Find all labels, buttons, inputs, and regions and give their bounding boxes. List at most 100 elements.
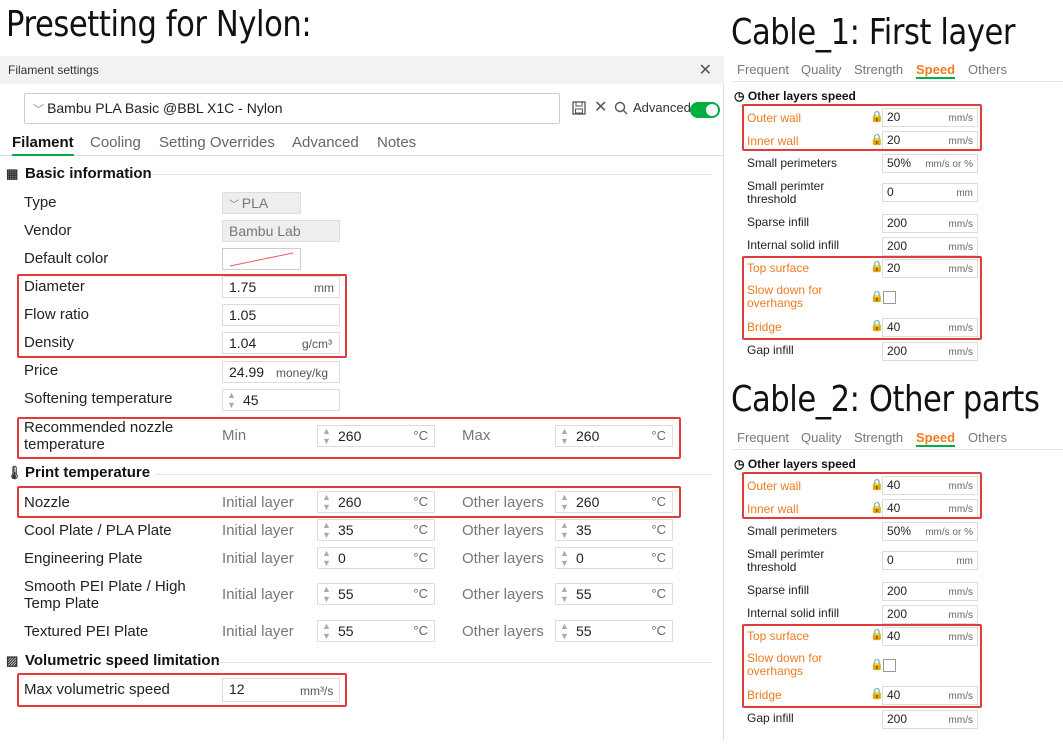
speed-panel-tabs: Frequent Quality Strength Speed Others [732,60,1063,82]
tab-strength[interactable]: Strength [854,62,903,77]
vendor-field[interactable]: Bambu Lab [222,220,340,242]
close-icon[interactable]: ✕ [699,60,712,80]
tab-cooling[interactable]: Cooling [90,134,141,151]
preset-selector[interactable]: ﹀ Bambu PLA Basic @BBL X1C - Nylon [24,93,560,124]
unit: mm/s [948,715,973,726]
save-icon[interactable] [572,101,586,115]
unit: mm [956,188,973,199]
advanced-toggle[interactable] [690,102,720,118]
value: 200 [887,584,908,598]
cable2-speed-panel: Frequent Quality Strength Speed Others ◷… [732,428,1063,742]
delete-icon[interactable]: ✕ [594,97,607,117]
cable1-speed-panel: Frequent Quality Strength Speed Others ◷… [732,60,1063,362]
initial-layer-label: Initial layer [222,522,294,539]
section-basic-information: ▦ Basic information [6,165,152,182]
color-swatch[interactable] [222,248,301,270]
deg-unit: °C [651,623,666,638]
cool-plate-initial-field[interactable]: ▲ ▼ 35 °C [317,519,435,541]
textured-pei-other-field[interactable]: ▲ ▼ 55 °C [555,620,673,642]
value: 0 [887,185,894,199]
tab-frequent[interactable]: Frequent [737,62,789,77]
tab-quality[interactable]: Quality [801,62,841,77]
default-color-label: Default color [24,250,109,267]
textured-pei-initial-field[interactable]: ▲ ▼ 55 °C [317,620,435,642]
tab-advanced[interactable]: Advanced [292,134,359,151]
tab-speed[interactable]: Speed [916,62,956,79]
internal-solid-infill-field[interactable]: 200 mm/s [882,605,978,624]
softening-temp-field[interactable]: ▲ ▼ 45 [222,389,340,411]
sparse-infill-field[interactable]: 200 mm/s [882,214,978,233]
tab-notes[interactable]: Notes [377,134,416,151]
highlight-nozzle [17,486,681,518]
highlight-top-bridge [742,256,982,340]
small-perimeter-threshold-label: Small perimter threshold [747,547,825,574]
spin-arrows-icon: ▲ ▼ [322,584,331,604]
chevron-down-icon: ﹀ [33,104,48,116]
initial-layer-label: Initial layer [222,550,294,567]
unit: mm/s or % [925,159,973,170]
tab-speed[interactable]: Speed [916,430,956,447]
divider [218,662,712,663]
small-perimeters-label: Small perimeters [747,156,838,170]
type-select[interactable]: ﹀ PLA [222,192,301,214]
value: 55 [338,586,354,602]
section-volumetric-speed: ▨ Volumetric speed limitation [6,652,220,669]
advanced-label: Advanced [633,100,691,115]
engineering-plate-other-field[interactable]: ▲ ▼ 0 °C [555,547,673,569]
value: 50% [887,524,912,538]
internal-solid-infill-field[interactable]: 200 mm/s [882,237,978,256]
small-perimeter-threshold-field[interactable]: 0 mm [882,551,978,570]
preset-name: Bambu PLA Basic @BBL X1C - Nylon [47,100,283,116]
sparse-infill-field[interactable]: 200 mm/s [882,582,978,601]
spin-arrows-icon: ▲ ▼ [560,548,569,568]
small-perimeters-field[interactable]: 50% mm/s or % [882,154,978,173]
value: 35 [576,522,592,538]
gap-infill-field[interactable]: 200 mm/s [882,710,978,729]
section-title: Basic information [25,165,152,182]
internal-solid-infill-label: Internal solid infill [747,606,840,620]
unit: mm/s [948,610,973,621]
tab-strength[interactable]: Strength [854,430,903,445]
type-value: PLA [241,195,269,211]
heading-text: Other layers speed [747,89,856,103]
deg-unit: °C [651,522,666,537]
highlight-rec-temp [17,417,681,459]
search-icon[interactable] [614,101,628,115]
value: 50% [887,156,912,170]
unit: mm [956,556,973,567]
tab-frequent[interactable]: Frequent [737,430,789,445]
smooth-pei-initial-field[interactable]: ▲ ▼ 55 °C [317,583,435,605]
tab-filament[interactable]: Filament [12,134,74,156]
other-layers-label: Other layers [462,623,544,640]
small-perimeters-label: Small perimeters [747,524,838,538]
other-layers-label: Other layers [462,586,544,603]
tab-quality[interactable]: Quality [801,430,841,445]
small-perimeter-threshold-field[interactable]: 0 mm [882,183,978,202]
other-layers-speed-heading: ◷ Other layers speed [734,89,856,103]
thermometer-icon: 🌡 [6,465,23,480]
spin-arrows-icon: ▲ ▼ [560,621,569,641]
small-perimeters-field[interactable]: 50% mm/s or % [882,522,978,541]
other-layers-speed-heading: ◷ Other layers speed [734,457,856,471]
value: 200 [887,344,908,358]
deg-unit: °C [413,586,428,601]
internal-solid-infill-label: Internal solid infill [747,238,840,252]
speed-icon: ◷ [734,457,748,471]
unit: mm/s [948,242,973,253]
tab-others[interactable]: Others [968,62,1007,77]
value: 55 [576,623,592,639]
speed-panel-tabs: Frequent Quality Strength Speed Others [732,428,1063,450]
softening-value: 45 [243,392,259,408]
section-print-temperature: 🌡 Print temperature [6,464,150,481]
gap-infill-field[interactable]: 200 mm/s [882,342,978,361]
engineering-plate-initial-field[interactable]: ▲ ▼ 0 °C [317,547,435,569]
tab-others[interactable]: Others [968,430,1007,445]
tab-setting-overrides[interactable]: Setting Overrides [159,134,275,151]
small-perimeter-threshold-label: Small perimter threshold [747,179,825,206]
smooth-pei-other-field[interactable]: ▲ ▼ 55 °C [555,583,673,605]
cool-plate-other-field[interactable]: ▲ ▼ 35 °C [555,519,673,541]
deg-unit: °C [651,586,666,601]
filament-settings-dialog: Filament settings ✕ ﹀ Bambu PLA Basic @B… [0,56,724,741]
smooth-pei-label: Smooth PEI Plate / High Temp Plate [24,578,186,612]
initial-layer-label: Initial layer [222,623,294,640]
